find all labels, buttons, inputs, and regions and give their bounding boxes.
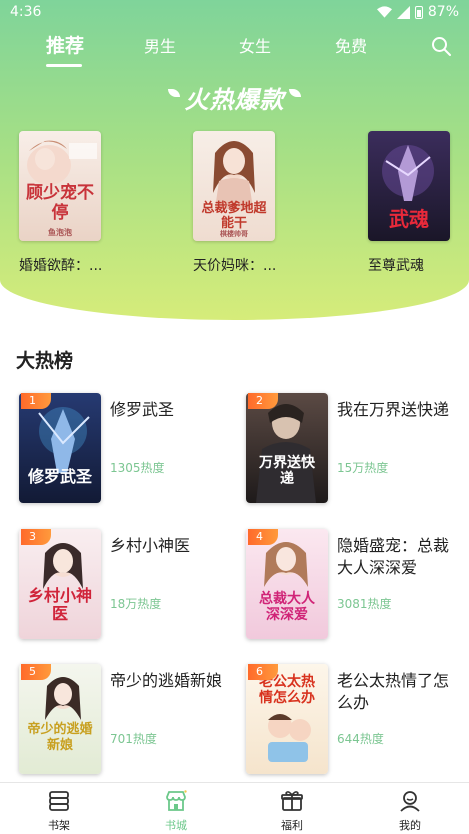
nav-bookstore[interactable]: 书城	[146, 789, 206, 833]
rank-list-item[interactable]: 6 老公太热情怎么办 老公太热情了怎么办 644热度	[246, 664, 469, 774]
profile-icon	[400, 791, 420, 812]
cover-title-text: 乡村小神医	[27, 586, 92, 623]
rank-list-item[interactable]: 1 修罗武圣 修罗武圣 1305热度	[19, 393, 249, 503]
rank-badge: 4	[248, 529, 278, 545]
nav-bookshelf[interactable]: 书架	[29, 789, 89, 833]
book-heat: 18万热度	[110, 597, 162, 611]
book-heat: 701热度	[110, 732, 157, 746]
book-title: 帝少的逃婚新娘	[110, 671, 223, 690]
active-tab-indicator	[46, 64, 82, 67]
book-title: 老公太热情了怎么办	[337, 671, 450, 712]
status-time: 4:36	[10, 4, 42, 20]
nav-label: 书城	[165, 819, 187, 832]
rank-badge: 6	[248, 664, 278, 680]
cover-author-text: 鱼泡泡	[48, 227, 72, 237]
hot-book-name: 至尊武魂	[368, 258, 424, 274]
book-title: 我在万界送快递	[337, 400, 450, 419]
rank-list-item[interactable]: 4 总裁大人深深爱 隐婚盛宠：总裁大人深深爱 3081热度	[246, 529, 469, 639]
rank-badge: 3	[21, 529, 51, 545]
bookstore-icon	[166, 790, 187, 811]
battery-icon	[414, 5, 423, 19]
cover-author-text: 棋楼帅哥	[220, 229, 248, 238]
tab-male[interactable]: 男生	[144, 33, 176, 57]
cover-title-text: 修罗武圣	[27, 467, 92, 486]
cover-illustration	[45, 677, 81, 720]
book-cover: 帝少的逃婚新娘	[19, 664, 101, 774]
book-cover: 总裁爹地超能干 棋楼帅哥	[193, 131, 275, 241]
bottom-navigation: 书架 书城 福利 我的	[0, 782, 469, 834]
rank-badge: 1	[21, 393, 51, 409]
cover-title-text: 帝少的逃婚新娘	[27, 722, 93, 753]
book-heat: 15万热度	[337, 461, 389, 475]
hot-section-title: 火热爆款	[184, 86, 285, 114]
hot-book-card[interactable]: 顾少宠不停 鱼泡泡 婚婚欲醉：...	[19, 131, 103, 275]
book-cover: 总裁大人深深爱	[246, 529, 328, 639]
tab-female[interactable]: 女生	[239, 33, 271, 57]
battery-level: 87%	[427, 4, 459, 20]
tab-recommend[interactable]: 推荐	[46, 31, 84, 58]
hot-book-name: 婚婚欲醉：...	[19, 258, 103, 274]
rank-list-item[interactable]: 3 乡村小神医 乡村小神医 18万热度	[19, 529, 249, 639]
book-heat: 644热度	[337, 732, 384, 746]
cover-title-text: 总裁爹地超能干	[201, 201, 267, 231]
cover-title-text: 顾少宠不停	[26, 183, 94, 223]
rank-list-item[interactable]: 2 万界送快递 我在万界送快递 15万热度	[246, 393, 469, 503]
bookshelf-icon	[49, 791, 69, 811]
nav-label: 福利	[281, 819, 303, 832]
book-title: 隐婚盛宠：总裁大人深深爱	[337, 536, 450, 577]
rank-badge: 5	[21, 664, 51, 680]
category-tabs: 推荐 男生 女生 免费	[0, 33, 469, 69]
tab-free[interactable]: 免费	[335, 33, 367, 57]
book-title: 修罗武圣	[110, 400, 175, 419]
nav-welfare[interactable]: 福利	[262, 789, 322, 833]
hot-book-card[interactable]: 武魂 至尊武魂	[368, 131, 450, 275]
book-cover: 老公太热情怎么办	[246, 664, 328, 774]
book-cover: 顾少宠不停 鱼泡泡	[19, 131, 101, 241]
book-cover: 修罗武圣	[19, 393, 101, 503]
hot-book-card[interactable]: 总裁爹地超能干 棋楼帅哥 天价妈咪：...	[193, 131, 277, 275]
hot-book-name: 天价妈咪：...	[193, 258, 277, 274]
book-title: 乡村小神医	[110, 536, 191, 555]
signal-icon	[396, 5, 410, 19]
cover-title-text: 万界送快递	[259, 455, 315, 487]
book-heat: 3081热度	[337, 597, 392, 611]
book-cover: 万界送快递	[246, 393, 328, 503]
book-cover: 乡村小神医	[19, 529, 101, 639]
book-heat: 1305热度	[110, 461, 165, 475]
search-icon[interactable]	[431, 36, 451, 56]
cover-title-text: 总裁大人深深爱	[259, 591, 315, 623]
wifi-icon	[376, 6, 392, 18]
rank-section-title: 大热榜	[16, 350, 74, 372]
book-cover: 武魂	[368, 131, 450, 241]
rank-badge: 2	[248, 393, 278, 409]
nav-profile[interactable]: 我的	[380, 789, 440, 833]
status-bar: 4:36 87%	[0, 0, 469, 26]
nav-label: 我的	[399, 819, 421, 832]
rank-list-item[interactable]: 5 帝少的逃婚新娘 帝少的逃婚新娘 701热度	[19, 664, 249, 774]
gift-icon	[281, 791, 303, 811]
nav-label: 书架	[48, 819, 70, 832]
cover-title-text: 武魂	[389, 207, 429, 231]
